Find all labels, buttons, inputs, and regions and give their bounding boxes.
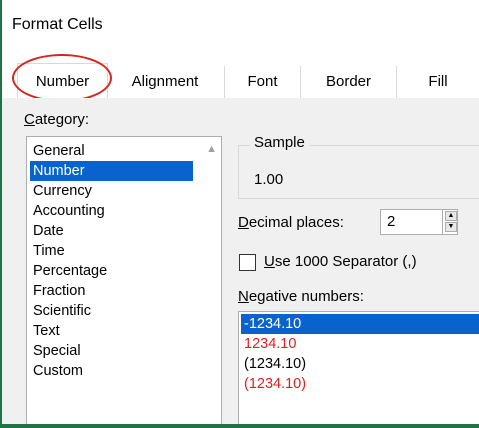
category-item-currency[interactable]: Currency	[30, 181, 193, 201]
thousands-separator-label[interactable]: Use 1000 Separator (,)	[264, 253, 417, 270]
negative-format-option[interactable]: (1234.10)	[241, 374, 479, 394]
tab-alignment[interactable]: Alignment	[110, 66, 220, 98]
spin-up-icon[interactable]: ▲	[445, 211, 457, 221]
negative-format-option[interactable]: 1234.10	[241, 334, 479, 354]
category-item-date[interactable]: Date	[30, 221, 193, 241]
sample-value: 1.00	[254, 171, 284, 188]
sample-legend: Sample	[250, 134, 309, 151]
negative-format-option[interactable]: (1234.10)	[241, 354, 479, 374]
format-cells-dialog: Format Cells Number Alignment Font Borde…	[0, 0, 479, 428]
title-bar: Format Cells	[2, 0, 479, 50]
category-item-time[interactable]: Time	[30, 241, 193, 261]
decimal-places-label: Decimal places:	[238, 214, 344, 231]
scroll-up-arrow-icon[interactable]: ▲	[206, 143, 217, 155]
thousands-separator-checkbox[interactable]	[239, 254, 256, 271]
dialog-title: Format Cells	[12, 16, 103, 33]
tab-font[interactable]: Font	[224, 66, 300, 98]
tab-fill[interactable]: Fill	[396, 66, 479, 98]
number-tab-panel: Category: General Number Currency Accoun…	[2, 98, 479, 424]
category-item-scientific[interactable]: Scientific	[30, 301, 193, 321]
category-list[interactable]: General Number Currency Accounting Date …	[26, 136, 222, 424]
category-item-accounting[interactable]: Accounting	[30, 201, 193, 221]
decimal-places-spinner[interactable]: ▲ ▼	[442, 210, 459, 234]
spin-down-icon[interactable]: ▼	[445, 222, 457, 232]
negative-numbers-list[interactable]: -1234.10 1234.10 (1234.10) (1234.10)	[238, 311, 479, 424]
tab-number[interactable]: Number	[17, 63, 108, 99]
decimal-places-value: 2	[387, 213, 396, 230]
category-label: Category:	[24, 111, 90, 128]
category-item-number[interactable]: Number	[30, 161, 193, 181]
category-item-text[interactable]: Text	[30, 321, 193, 341]
category-item-general[interactable]: General	[30, 141, 193, 161]
category-item-fraction[interactable]: Fraction	[30, 281, 193, 301]
tab-strip: Number Alignment Font Border Fill	[2, 50, 479, 99]
negative-format-option[interactable]: -1234.10	[241, 314, 479, 334]
category-item-percentage[interactable]: Percentage	[30, 261, 193, 281]
category-item-custom[interactable]: Custom	[30, 361, 193, 381]
category-item-special[interactable]: Special	[30, 341, 193, 361]
negative-numbers-label: Negative numbers:	[238, 288, 364, 305]
tab-border[interactable]: Border	[300, 66, 396, 98]
